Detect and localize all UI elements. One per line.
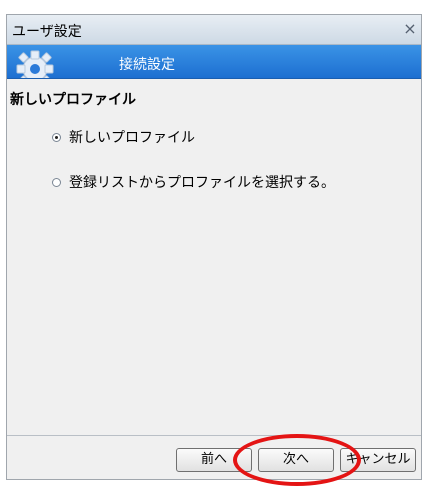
page-heading: 新しいプロファイル — [10, 92, 136, 108]
cancel-button[interactable]: キャンセル — [340, 448, 416, 472]
radio-select-from-list[interactable] — [52, 177, 61, 187]
option-select-from-list-label: 登録リストからプロファイルを選択する。 — [69, 175, 335, 191]
option-new-profile-label: 新しいプロファイル — [69, 130, 195, 146]
next-button[interactable]: 次へ — [258, 448, 334, 472]
close-button[interactable]: × — [401, 20, 419, 38]
option-select-from-list[interactable]: 登録リストからプロファイルを選択する。 — [52, 172, 335, 192]
dialog-window: ユーザ設定 × 接続設定 新しいプロファイル 新しいプロファイル 登録リストから… — [6, 14, 422, 480]
gear-icon — [16, 50, 54, 78]
option-new-profile[interactable]: 新しいプロファイル — [52, 127, 195, 147]
banner: 接続設定 — [7, 45, 421, 79]
footer-divider — [7, 435, 421, 436]
title-bar: ユーザ設定 × — [7, 15, 421, 45]
prev-button[interactable]: 前へ — [176, 448, 252, 472]
radio-new-profile[interactable] — [52, 132, 61, 142]
banner-title: 接続設定 — [119, 57, 175, 73]
window-title: ユーザ設定 — [12, 24, 82, 40]
